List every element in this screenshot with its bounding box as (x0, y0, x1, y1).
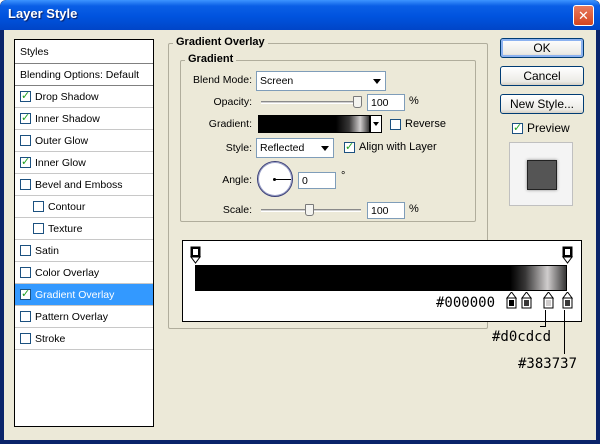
color-stop-2[interactable] (521, 291, 533, 312)
style-item-label: Stroke (35, 332, 66, 345)
scale-label: Scale: (222, 204, 252, 216)
style-select[interactable]: Reflected (256, 138, 334, 158)
style-item-label: Satin (35, 244, 59, 257)
align-with-layer-checkbox[interactable]: Align with Layer (344, 140, 437, 153)
color-stop-1[interactable] (506, 291, 518, 312)
title-bar[interactable]: Layer Style ✕ (0, 0, 600, 30)
style-item-inner-glow[interactable]: Inner Glow (15, 152, 153, 174)
gradient-overlay-title: Gradient Overlay (173, 36, 268, 48)
opacity-input[interactable]: 100 (367, 94, 405, 111)
style-item-label: Drop Shadow (35, 90, 99, 103)
style-item-checkbox[interactable] (20, 111, 31, 124)
style-item-label: Outer Glow (35, 134, 89, 147)
style-item-bevel-and-emboss[interactable]: Bevel and Emboss (15, 174, 153, 196)
style-item-label: Texture (48, 222, 83, 235)
style-item-label: Inner Shadow (35, 112, 100, 125)
style-label: Style: (225, 142, 252, 154)
style-item-checkbox[interactable] (20, 155, 31, 168)
color-stop-3[interactable] (543, 291, 555, 312)
style-item-checkbox[interactable] (33, 201, 44, 212)
reverse-checkbox[interactable]: Reverse (390, 118, 446, 130)
color-stop-4[interactable] (562, 291, 573, 312)
gradient-picker-dropdown[interactable] (370, 115, 382, 133)
scale-unit: % (409, 203, 419, 215)
style-item-satin[interactable]: Satin (15, 240, 153, 262)
chevron-down-icon (321, 146, 329, 151)
dialog-client-area: Styles Blending Options: Default Drop Sh… (4, 30, 596, 440)
opacity-slider-track[interactable] (261, 101, 361, 104)
annotation-dark: #383737 (518, 356, 578, 372)
style-item-checkbox[interactable] (20, 333, 31, 344)
styles-header[interactable]: Styles (15, 40, 153, 64)
reverse-checkbox-box[interactable] (390, 118, 401, 130)
style-item-checkbox[interactable] (20, 89, 31, 102)
style-item-pattern-overlay[interactable]: Pattern Overlay (15, 306, 153, 328)
angle-unit: ° (341, 170, 346, 182)
angle-dial[interactable] (257, 161, 293, 197)
style-item-label: Color Overlay (35, 266, 100, 279)
chevron-down-icon (373, 122, 379, 126)
style-item-checkbox[interactable] (20, 179, 31, 190)
style-item-texture[interactable]: Texture (15, 218, 153, 240)
blend-mode-select[interactable]: Screen (256, 71, 386, 91)
style-item-label: Gradient Overlay (35, 288, 115, 301)
style-item-label: Contour (48, 200, 86, 213)
layer-style-window: Layer Style ✕ Styles Blending Options: D… (0, 0, 600, 444)
window-title: Layer Style (8, 6, 78, 21)
opacity-slider-thumb[interactable] (353, 96, 362, 108)
opacity-stop-left[interactable] (190, 246, 201, 267)
style-item-label: Inner Glow (35, 156, 86, 169)
opacity-stop-right[interactable] (562, 246, 573, 267)
style-item-checkbox[interactable] (20, 287, 31, 300)
style-item-checkbox[interactable] (33, 223, 44, 234)
preview-checkbox[interactable]: Preview (512, 121, 570, 135)
style-item-color-overlay[interactable]: Color Overlay (15, 262, 153, 284)
ok-button[interactable]: OK (500, 38, 584, 58)
leader-light (545, 310, 546, 327)
style-item-label: Bevel and Emboss (35, 178, 123, 191)
gradient-label: Gradient: (208, 118, 252, 130)
new-style-button[interactable]: New Style... (500, 94, 584, 114)
style-item-drop-shadow[interactable]: Drop Shadow (15, 86, 153, 108)
close-button[interactable]: ✕ (573, 5, 594, 26)
angle-input[interactable]: 0 (298, 172, 336, 189)
gradient-editor (182, 240, 582, 322)
annotation-light: #d0cdcd (492, 329, 552, 345)
blend-mode-label: Blend Mode: (193, 74, 252, 86)
style-item-inner-shadow[interactable]: Inner Shadow (15, 108, 153, 130)
style-item-checkbox[interactable] (20, 245, 31, 256)
style-item-checkbox[interactable] (20, 267, 31, 278)
scale-input[interactable]: 100 (367, 202, 405, 219)
style-item-checkbox[interactable] (20, 135, 31, 146)
styles-list: Styles Blending Options: Default Drop Sh… (14, 39, 154, 427)
opacity-unit: % (409, 95, 419, 107)
gradient-preview-swatch[interactable] (258, 115, 370, 133)
style-item-gradient-overlay[interactable]: Gradient Overlay (15, 284, 153, 306)
annotation-black: #000000 (436, 295, 496, 311)
align-checkbox-box[interactable] (344, 140, 355, 153)
style-item-outer-glow[interactable]: Outer Glow (15, 130, 153, 152)
gradient-bar[interactable] (195, 265, 567, 291)
opacity-label: Opacity: (213, 96, 252, 108)
scale-slider-thumb[interactable] (305, 204, 314, 216)
style-item-checkbox[interactable] (20, 311, 31, 322)
close-icon: ✕ (578, 8, 589, 23)
style-item-stroke[interactable]: Stroke (15, 328, 153, 350)
chevron-down-icon (373, 79, 381, 84)
cancel-button[interactable]: Cancel (500, 66, 584, 86)
leader-dark (564, 310, 565, 354)
angle-label: Angle: (222, 174, 252, 186)
blending-options-item[interactable]: Blending Options: Default (15, 64, 153, 86)
preview-swatch (527, 160, 557, 190)
preview-checkbox-box[interactable] (512, 121, 523, 134)
leader-light-tick (540, 326, 546, 327)
gradient-subgroup-title: Gradient (185, 53, 237, 65)
style-item-label: Pattern Overlay (35, 310, 108, 323)
angle-dial-needle (275, 179, 291, 180)
preview-thumbnail (509, 142, 573, 206)
style-item-contour[interactable]: Contour (15, 196, 153, 218)
